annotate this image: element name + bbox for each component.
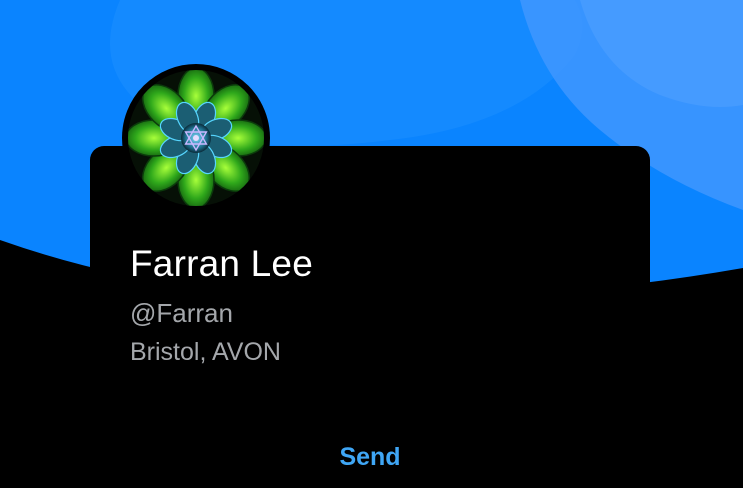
profile-page: Farran Lee @Farran Bristol, AVON Send [0, 0, 743, 488]
send-button[interactable]: Send [320, 440, 420, 474]
profile-location: Bristol, AVON [130, 338, 281, 366]
profile-name: Farran Lee [130, 243, 313, 284]
profile-handle: @Farran [130, 298, 233, 328]
mandala-avatar-icon[interactable] [122, 64, 270, 212]
